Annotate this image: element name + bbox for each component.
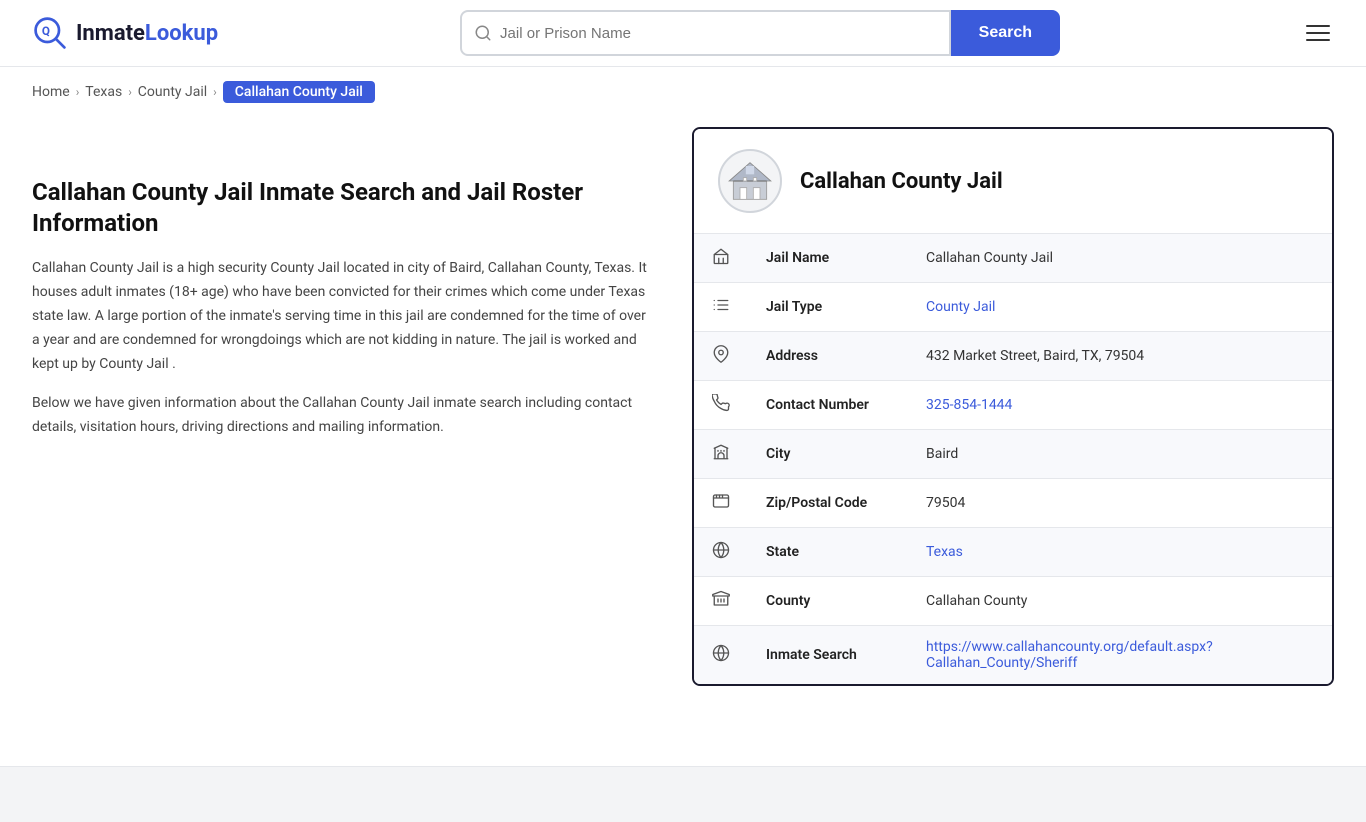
info-table: Jail NameCallahan County JailJail Type Co… bbox=[694, 234, 1332, 684]
table-row: CityBaird bbox=[694, 430, 1332, 479]
breadcrumb-home[interactable]: Home bbox=[32, 84, 70, 100]
row-label: Jail Type bbox=[748, 283, 908, 332]
type-icon bbox=[694, 283, 748, 332]
table-row: Jail Type County Jail bbox=[694, 283, 1332, 332]
row-value[interactable]: https://www.callahancounty.org/default.a… bbox=[908, 626, 1332, 685]
description-paragraph-1: Callahan County Jail is a high security … bbox=[32, 257, 652, 376]
svg-text:Q: Q bbox=[42, 24, 50, 38]
left-panel: Callahan County Jail Inmate Search and J… bbox=[32, 117, 652, 456]
row-value: Callahan County bbox=[908, 577, 1332, 626]
row-label: Contact Number bbox=[748, 381, 908, 430]
location-icon bbox=[694, 332, 748, 381]
phone-icon bbox=[694, 381, 748, 430]
row-value[interactable]: 325-854-1444 bbox=[908, 381, 1332, 430]
state-icon bbox=[694, 528, 748, 577]
row-label: Inmate Search bbox=[748, 626, 908, 685]
right-panel: Callahan County Jail Jail NameCallahan C… bbox=[692, 117, 1334, 686]
row-value: Callahan County Jail bbox=[908, 234, 1332, 283]
table-row: Contact Number 325-854-1444 bbox=[694, 381, 1332, 430]
breadcrumb-chevron: › bbox=[128, 85, 132, 99]
row-value: 432 Market Street, Baird, TX, 79504 bbox=[908, 332, 1332, 381]
table-row: State Texas bbox=[694, 528, 1332, 577]
row-value: Baird bbox=[908, 430, 1332, 479]
row-label: Jail Name bbox=[748, 234, 908, 283]
page-heading: Callahan County Jail Inmate Search and J… bbox=[32, 177, 652, 239]
jail-building-icon bbox=[725, 156, 775, 206]
footer-bar bbox=[0, 766, 1366, 822]
row-label: State bbox=[748, 528, 908, 577]
breadcrumb: Home › Texas › County Jail › Callahan Co… bbox=[0, 67, 1366, 117]
row-label: County bbox=[748, 577, 908, 626]
site-header: Q InmateLookup Search bbox=[0, 0, 1366, 67]
search-button[interactable]: Search bbox=[951, 10, 1060, 56]
logo-icon: Q bbox=[32, 15, 68, 51]
zip-icon bbox=[694, 479, 748, 528]
search-area: Search bbox=[460, 10, 1060, 56]
table-row: Address432 Market Street, Baird, TX, 795… bbox=[694, 332, 1332, 381]
row-value[interactable]: County Jail bbox=[908, 283, 1332, 332]
table-row: Jail NameCallahan County Jail bbox=[694, 234, 1332, 283]
hamburger-line bbox=[1306, 39, 1330, 41]
hamburger-line bbox=[1306, 32, 1330, 34]
row-link[interactable]: County Jail bbox=[926, 299, 995, 315]
breadcrumb-state[interactable]: Texas bbox=[85, 84, 122, 100]
search-icon bbox=[474, 24, 492, 42]
breadcrumb-chevron: › bbox=[76, 85, 80, 99]
info-card-header: Callahan County Jail bbox=[694, 129, 1332, 234]
table-row: CountyCallahan County bbox=[694, 577, 1332, 626]
breadcrumb-current: Callahan County Jail bbox=[223, 81, 375, 103]
breadcrumb-chevron: › bbox=[213, 85, 217, 99]
row-value[interactable]: Texas bbox=[908, 528, 1332, 577]
web-icon bbox=[694, 626, 748, 685]
row-label: Zip/Postal Code bbox=[748, 479, 908, 528]
main-content: Callahan County Jail Inmate Search and J… bbox=[0, 117, 1366, 726]
breadcrumb-category[interactable]: County Jail bbox=[138, 84, 207, 100]
search-input[interactable] bbox=[500, 25, 937, 42]
info-card-title: Callahan County Jail bbox=[800, 169, 1003, 194]
jail-avatar bbox=[718, 149, 782, 213]
table-row: Inmate Search https://www.callahancounty.… bbox=[694, 626, 1332, 685]
county-icon bbox=[694, 577, 748, 626]
table-row: Zip/Postal Code79504 bbox=[694, 479, 1332, 528]
logo[interactable]: Q InmateLookup bbox=[32, 15, 218, 51]
row-label: Address bbox=[748, 332, 908, 381]
jail-icon bbox=[694, 234, 748, 283]
row-link[interactable]: Texas bbox=[926, 544, 963, 560]
search-box bbox=[460, 10, 951, 56]
description-paragraph-2: Below we have given information about th… bbox=[32, 392, 652, 440]
city-icon bbox=[694, 430, 748, 479]
info-card: Callahan County Jail Jail NameCallahan C… bbox=[692, 127, 1334, 686]
logo-text: InmateLookup bbox=[76, 21, 218, 46]
row-value: 79504 bbox=[908, 479, 1332, 528]
hamburger-line bbox=[1306, 25, 1330, 27]
menu-button[interactable] bbox=[1302, 21, 1334, 45]
row-label: City bbox=[748, 430, 908, 479]
row-link[interactable]: https://www.callahancounty.org/default.a… bbox=[926, 639, 1213, 671]
row-link[interactable]: 325-854-1444 bbox=[926, 397, 1012, 413]
